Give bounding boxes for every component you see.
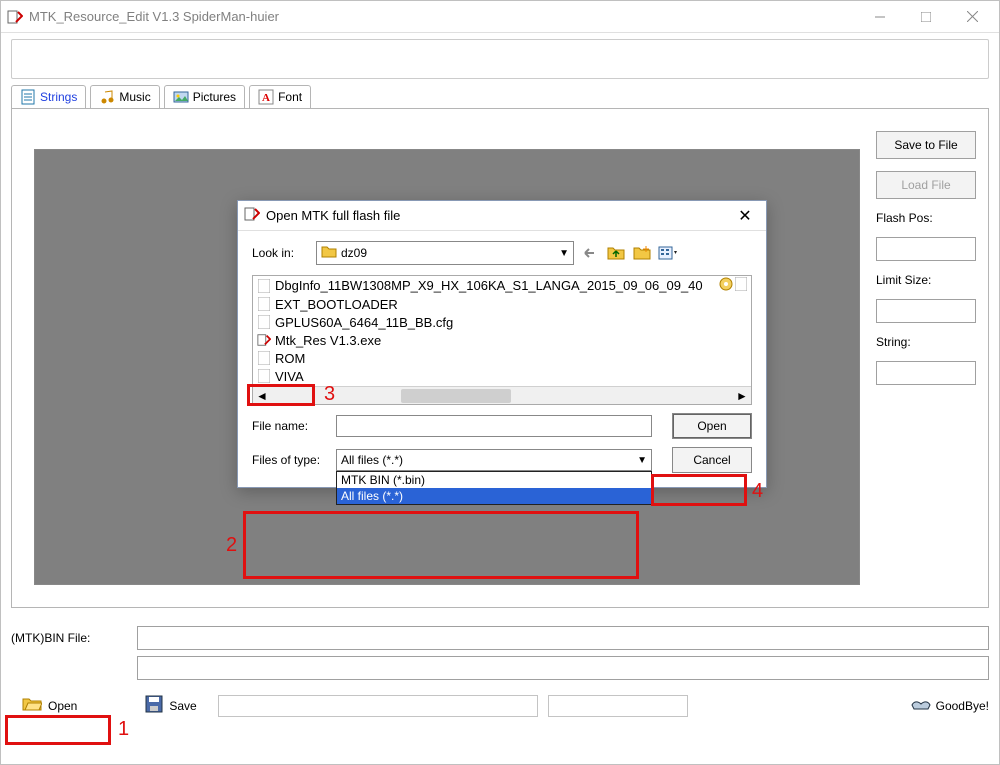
dialog-cancel-button[interactable]: Cancel: [672, 447, 752, 473]
nav-up-button[interactable]: [606, 243, 626, 263]
tab-font[interactable]: A Font: [249, 85, 311, 108]
save-to-file-button[interactable]: Save to File: [876, 131, 976, 159]
dialog-app-icon: [244, 206, 260, 225]
tab-font-label: Font: [278, 90, 302, 104]
save-button-label: Save: [169, 699, 196, 713]
file-name-label: File name:: [252, 419, 330, 433]
limit-size-input[interactable]: [876, 299, 976, 323]
chevron-down-icon: ▼: [559, 248, 569, 259]
mtk-bin-file-label: (MTK)BIN File:: [11, 631, 131, 645]
files-of-type-dropdown[interactable]: MTK BIN (*.bin) All files (*.*): [336, 471, 652, 505]
annotation-label-2: 2: [226, 534, 237, 557]
file-name: DbgInfo_11BW1308MP_X9_HX_106KA_S1_LANGA_…: [275, 278, 703, 293]
file-name: ROM: [275, 351, 305, 366]
minimize-button[interactable]: [857, 2, 903, 32]
type-option[interactable]: All files (*.*): [337, 488, 651, 504]
annotation-label-1: 1: [118, 718, 129, 741]
file-icon: [257, 350, 271, 366]
dialog-close-button[interactable]: ✕: [730, 206, 760, 226]
files-of-type-label: Files of type:: [252, 453, 330, 467]
tab-bar: Strings Music Pictures A Font: [1, 81, 999, 108]
open-button[interactable]: Open: [11, 691, 88, 720]
file-item[interactable]: DbgInfo_11BW1308MP_X9_HX_106KA_S1_LANGA_…: [253, 276, 751, 295]
open-file-dialog: Open MTK full flash file ✕ Look in: dz09…: [237, 200, 767, 488]
scroll-thumb[interactable]: [401, 389, 511, 403]
save-button[interactable]: Save: [134, 690, 207, 721]
string-label: String:: [876, 335, 976, 349]
file-icon: [735, 277, 747, 294]
files-of-type-combo[interactable]: All files (*.*) ▼ MTK BIN (*.bin) All fi…: [336, 449, 652, 471]
nav-back-button[interactable]: [580, 243, 600, 263]
annotation-label-4: 4: [752, 480, 763, 503]
file-item[interactable]: EXT_BOOTLOADER: [253, 295, 751, 313]
status-box-2: [548, 695, 688, 717]
dialog-cancel-label: Cancel: [693, 453, 730, 467]
file-item[interactable]: GPLUS60A_6464_11B_BB.cfg: [253, 313, 751, 331]
nav-new-folder-button[interactable]: [632, 243, 652, 263]
tab-music-label: Music: [119, 90, 150, 104]
font-icon: A: [258, 89, 274, 105]
window-title: MTK_Resource_Edit V1.3 SpiderMan-huier: [29, 9, 857, 24]
file-item[interactable]: Mtk_Res V1.3.exe: [253, 331, 751, 349]
tab-strings[interactable]: Strings: [11, 85, 86, 108]
maximize-button[interactable]: [903, 2, 949, 32]
exe-icon: [257, 332, 271, 348]
file-name: EXT_BOOTLOADER: [275, 297, 398, 312]
secondary-file-input[interactable]: [137, 656, 989, 680]
file-icon: [257, 278, 271, 294]
tab-music[interactable]: Music: [90, 85, 159, 108]
tab-pictures-label: Pictures: [193, 90, 236, 104]
close-button[interactable]: [949, 2, 995, 32]
type-option[interactable]: MTK BIN (*.bin): [337, 472, 651, 488]
annotation-label-3: 3: [324, 383, 335, 406]
file-icon: [257, 314, 271, 330]
scroll-right-icon[interactable]: ►: [733, 389, 751, 403]
chevron-down-icon: ▼: [637, 455, 647, 466]
look-in-value: dz09: [341, 246, 367, 260]
mtk-bin-file-input[interactable]: [137, 626, 989, 650]
flash-pos-label: Flash Pos:: [876, 211, 976, 225]
goodbye-label: GoodBye!: [936, 699, 989, 713]
dialog-title: Open MTK full flash file: [266, 208, 400, 223]
titlebar: MTK_Resource_Edit V1.3 SpiderMan-huier: [1, 1, 999, 33]
file-item[interactable]: ROM: [253, 349, 751, 367]
open-folder-icon: [22, 696, 42, 715]
status-box-1: [218, 695, 538, 717]
app-icon: [7, 9, 23, 25]
flash-pos-input[interactable]: [876, 237, 976, 261]
file-name-input[interactable]: [336, 415, 652, 437]
goodbye-button[interactable]: GoodBye!: [910, 695, 989, 716]
look-in-label: Look in:: [252, 246, 310, 260]
file-icon: [257, 296, 271, 312]
look-in-combo[interactable]: dz09 ▼: [316, 241, 574, 265]
string-input[interactable]: [876, 361, 976, 385]
file-name: GPLUS60A_6464_11B_BB.cfg: [275, 315, 453, 330]
strings-icon: [20, 89, 36, 105]
svg-text:A: A: [262, 92, 270, 104]
load-file-button[interactable]: Load File: [876, 171, 976, 199]
open-button-label: Open: [48, 699, 77, 713]
folder-icon: [321, 245, 337, 262]
files-of-type-value: All files (*.*): [341, 453, 403, 467]
file-name: VIVA: [275, 369, 304, 384]
file-name: Mtk_Res V1.3.exe: [275, 333, 381, 348]
file-icon: [257, 368, 271, 384]
music-icon: [99, 89, 115, 105]
nav-view-button[interactable]: [658, 243, 678, 263]
handshake-icon: [910, 695, 932, 716]
tab-strings-label: Strings: [40, 90, 77, 104]
dialog-open-label: Open: [697, 419, 726, 433]
tab-pictures[interactable]: Pictures: [164, 85, 245, 108]
dialog-open-button[interactable]: Open: [672, 413, 752, 439]
save-disk-icon: [145, 695, 163, 716]
limit-size-label: Limit Size:: [876, 273, 976, 287]
toolbar-placeholder: [11, 39, 989, 79]
pictures-icon: [173, 89, 189, 105]
scroll-left-icon[interactable]: ◄: [253, 389, 271, 403]
disc-icon: [719, 277, 733, 294]
